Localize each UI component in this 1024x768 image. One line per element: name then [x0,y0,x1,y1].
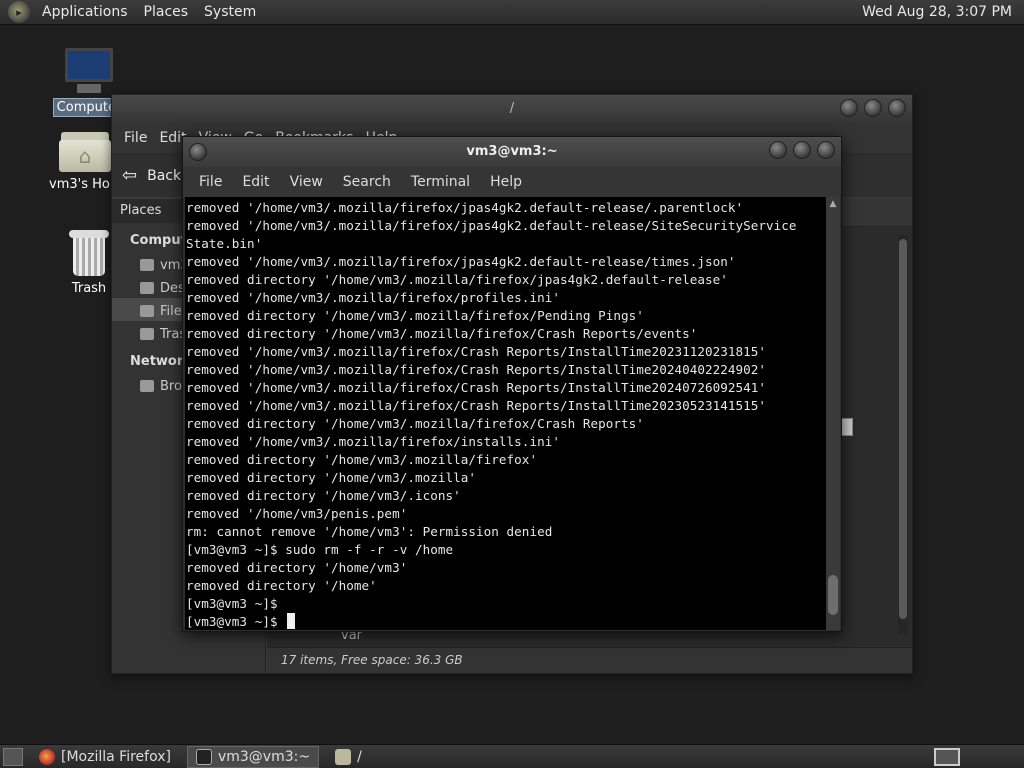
distro-logo-icon[interactable]: ▸ [8,1,30,23]
taskbar-label: [Mozilla Firefox] [61,748,171,765]
terminal-line: removed directory '/home/vm3/.mozilla/fi… [186,452,538,467]
terminal-line: removed '/home/vm3/penis.pem' [186,506,408,521]
terminal-menubar: File Edit View Search Terminal Help [183,167,841,197]
status-bar: 17 items, Free space: 36.3 GB [267,647,912,673]
menu-terminal[interactable]: Terminal [401,174,480,190]
workspace-switcher[interactable] [934,748,960,766]
maximize-button[interactable] [864,99,882,117]
close-button[interactable] [888,99,906,117]
close-button[interactable] [817,141,835,159]
terminal-line: removed '/home/vm3/.mozilla/firefox/jpas… [186,200,744,215]
menu-help[interactable]: Help [480,174,532,190]
minimize-button[interactable] [769,141,787,159]
menu-file[interactable]: File [189,174,232,190]
show-desktop-button[interactable] [3,747,23,766]
menu-view[interactable]: View [280,174,333,190]
home-folder-icon: ⌂ [59,128,111,172]
firefox-icon [39,748,55,765]
terminal-output[interactable]: removed '/home/vm3/.mozilla/firefox/jpas… [185,197,827,630]
terminal-line: rm: cannot remove '/home/vm3': Permissio… [186,524,553,539]
taskbar-item-firefox[interactable]: [Mozilla Firefox] [31,746,179,768]
clock[interactable]: Wed Aug 28, 3:07 PM [862,4,1012,20]
terminal-line: removed '/home/vm3/.mozilla/firefox/Cras… [186,398,767,413]
file-list-scrollbar[interactable] [898,235,908,635]
taskbar-item-terminal[interactable]: vm3@vm3:~ [186,745,320,768]
terminal-window: vm3@vm3:~ File Edit View Search Terminal… [182,136,842,632]
taskbar-label: / [357,748,362,765]
bottom-panel: [Mozilla Firefox] vm3@vm3:~ / [0,744,1024,768]
window-title: vm3@vm3:~ [466,144,558,159]
taskbar-item-file-manager[interactable]: / [327,746,370,768]
terminal-line: removed directory '/home/vm3/.icons' [186,488,461,503]
system-menu[interactable]: System [196,4,264,20]
prompt: [vm3@vm3 ~]$ [186,614,286,629]
terminal-line: removed '/home/vm3/.mozilla/firefox/Cras… [186,362,767,377]
menu-search[interactable]: Search [333,174,401,190]
text-cursor [287,613,296,629]
terminal-line: removed directory '/home/vm3/.mozilla/fi… [186,416,644,431]
terminal-line: removed directory '/home' [186,578,377,593]
trash-icon [140,328,154,340]
terminal-line: [vm3@vm3 ~]$ [186,596,278,611]
folder-icon [335,748,352,765]
terminal-line: removed '/home/vm3/.mozilla/firefox/Cras… [186,344,767,359]
top-panel: ▸ Applications Places System Wed Aug 28,… [0,0,1024,25]
taskbar-label: vm3@vm3:~ [217,748,311,765]
scrollbar-thumb[interactable] [899,239,907,619]
terminal-line: removed '/home/vm3/.mozilla/firefox/Cras… [186,380,767,395]
terminal-titlebar[interactable]: vm3@vm3:~ [183,137,841,167]
minimize-button[interactable] [840,99,858,117]
terminal-line: removed '/home/vm3/.mozilla/firefox/prof… [186,290,560,305]
scrollbar-thumb[interactable] [828,575,838,615]
terminal-line: removed '/home/vm3/.mozilla/firefox/jpas… [186,254,736,269]
terminal-line: removed directory '/home/vm3/.mozilla/fi… [186,308,644,323]
network-icon [140,380,154,392]
desktop-icon-label: Trash [71,281,107,296]
applications-menu[interactable]: Applications [34,4,136,20]
terminal-line: removed '/home/vm3/.mozilla/firefox/jpas… [186,218,797,233]
terminal-line: removed directory '/home/vm3/.mozilla/fi… [186,272,728,287]
terminal-line: removed directory '/home/vm3' [186,560,408,575]
terminal-line: removed directory '/home/vm3/.mozilla/fi… [186,326,698,341]
terminal-line: removed directory '/home/vm3/.mozilla' [186,470,477,485]
computer-icon [61,46,117,96]
terminal-line: State.bin' [186,236,263,251]
terminal-scrollbar[interactable]: ▲ [826,197,840,630]
back-arrow-icon[interactable]: ⇦ [122,165,137,186]
menu-edit[interactable]: Edit [232,174,279,190]
window-title: / [509,101,515,116]
desktop-icon [140,282,154,294]
terminal-line: removed '/home/vm3/.mozilla/firefox/inst… [186,434,560,449]
home-icon [140,259,154,271]
file-manager-titlebar[interactable]: / [112,95,912,123]
drive-icon [140,305,154,317]
back-button[interactable]: Back [147,168,181,184]
terminal-line: [vm3@vm3 ~]$ sudo rm -f -r -v /home [186,542,454,557]
trash-icon [69,230,109,276]
terminal-icon [195,748,212,765]
terminal-prompt-line: [vm3@vm3 ~]$ [186,613,827,630]
scroll-up-arrow-icon[interactable]: ▲ [826,197,840,211]
maximize-button[interactable] [793,141,811,159]
menu-file[interactable]: File [118,130,153,146]
places-menu[interactable]: Places [136,4,197,20]
